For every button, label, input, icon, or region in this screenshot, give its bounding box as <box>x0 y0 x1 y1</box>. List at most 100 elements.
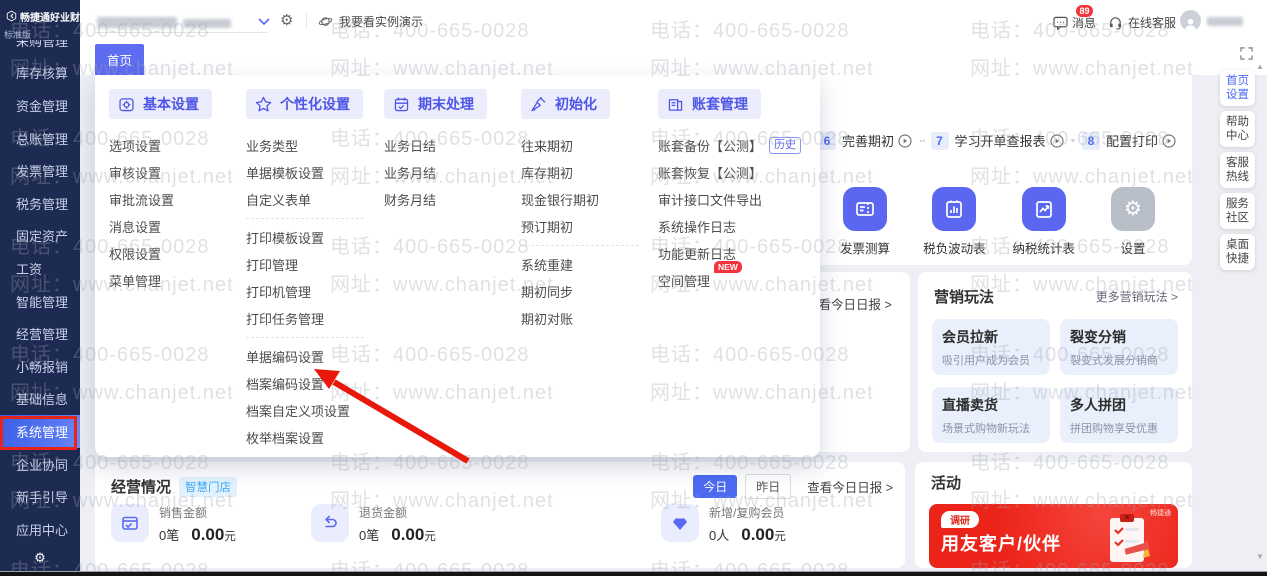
message-count-badge: 89 <box>1075 4 1094 18</box>
quick-rail-首页设置[interactable]: 首页设置 <box>1220 70 1255 106</box>
menu-item-单据模板设置[interactable]: 单据模板设置 <box>246 159 382 186</box>
sidebar-item-税务管理[interactable]: 税务管理 <box>0 187 80 220</box>
sidebar-item-系统管理[interactable]: 系统管理 <box>0 415 80 448</box>
menu-item-往来期初[interactable]: 往来期初 <box>521 132 657 159</box>
play-icon[interactable] <box>898 133 912 148</box>
menu-item-打印任务管理[interactable]: 打印任务管理 <box>246 305 382 332</box>
quick-rail-服务社区[interactable]: 服务社区 <box>1220 193 1255 229</box>
menu-item-档案编码设置[interactable]: 档案编码设置 <box>246 370 382 397</box>
menu-item-权限设置[interactable]: 权限设置 <box>109 240 245 267</box>
topbar: ⚙ 我要看实例演示 消息 89 在线客服 首页 <box>80 0 1267 75</box>
menu-item-档案自定义项设置[interactable]: 档案自定义项设置 <box>246 397 382 424</box>
chevron-down-icon[interactable] <box>258 18 270 26</box>
marketing-card-fission-distribution[interactable]: 裂变分销 裂变式发展分销商 <box>1060 319 1178 375</box>
menu-section-period-end: 期末处理 <box>384 89 487 119</box>
tab-home[interactable]: 首页 <box>95 44 145 75</box>
app-logo: 畅捷通好业财 标准版 <box>0 0 80 40</box>
stat-amount: 0.00 <box>391 525 425 544</box>
demo-link[interactable]: 我要看实例演示 <box>318 13 423 30</box>
tile-tax-wave-report[interactable]: 税负波动表 <box>917 187 991 257</box>
menu-item-现金银行期初[interactable]: 现金银行期初 <box>521 186 657 213</box>
tile-label: 发票测算 <box>839 242 890 256</box>
tile-invoice-calc[interactable]: 发票测算 <box>828 187 902 257</box>
smart-store-tag: 智慧门店 <box>179 476 238 497</box>
marketing-card-group-buying[interactable]: 多人拼团 拼团购物享受优惠 <box>1060 387 1178 443</box>
sidebar-gear-icon[interactable]: ⚙ <box>0 550 80 566</box>
sidebar-item-基础信息[interactable]: 基础信息 <box>0 383 80 416</box>
brand-logo: 畅捷通 <box>1150 510 1171 517</box>
sidebar-item-固定资产[interactable]: 固定资产 <box>0 220 80 253</box>
company-name-redacted <box>183 19 231 28</box>
stat-count: 0人 <box>709 528 730 543</box>
demo-label: 我要看实例演示 <box>339 15 424 29</box>
menu-item-菜单管理[interactable]: 菜单管理 <box>109 267 245 294</box>
view-daily-report-link[interactable]: 查看今日日报 > <box>807 477 893 496</box>
menu-item-业务类型[interactable]: 业务类型 <box>246 132 382 159</box>
online-service-button[interactable]: 在线客服 <box>1108 14 1176 31</box>
menu-item-消息设置[interactable]: 消息设置 <box>109 213 245 240</box>
more-marketing-link[interactable]: 更多营销玩法 > <box>1096 288 1178 305</box>
tile-tax-stats-report[interactable]: 纳税统计表 <box>1007 187 1081 257</box>
sidebar-item-资金管理[interactable]: 资金管理 <box>0 89 80 122</box>
user-avatar[interactable] <box>1180 10 1201 31</box>
play-icon[interactable] <box>1162 133 1176 148</box>
menu-item-期初对账[interactable]: 期初对账 <box>521 305 657 332</box>
scroll-down-icon[interactable]: ▼ <box>1256 552 1264 561</box>
quick-access-rail: 首页设置帮助中心客服热线服务社区桌面快捷 <box>1220 70 1258 270</box>
company-selector[interactable] <box>95 13 267 33</box>
menu-item-枚举档案设置[interactable]: 枚举档案设置 <box>246 424 382 451</box>
sidebar-item-小畅报销[interactable]: 小畅报销 <box>0 350 80 383</box>
marketing-card-member-acquisition[interactable]: 会员拉新 吸引用户成为会员 <box>932 319 1050 375</box>
gear-icon[interactable]: ⚙ <box>280 11 293 29</box>
today-button[interactable]: 今日 <box>693 475 738 498</box>
step-number: 7 <box>930 131 949 150</box>
menu-item-选项设置[interactable]: 选项设置 <box>109 132 245 159</box>
menu-item-系统操作日志[interactable]: 系统操作日志 <box>658 213 794 240</box>
quick-rail-帮助中心[interactable]: 帮助中心 <box>1220 111 1255 147</box>
menu-item-账套恢复【公测】[interactable]: 账套恢复【公测】 <box>658 159 794 186</box>
menu-item-审批流设置[interactable]: 审批流设置 <box>109 186 245 213</box>
yesterday-button[interactable]: 昨日 <box>745 474 792 499</box>
fullscreen-icon[interactable] <box>1240 47 1253 60</box>
card-desc: 裂变式发展分销商 <box>1070 355 1158 367</box>
sidebar-item-经营管理[interactable]: 经营管理 <box>0 317 80 350</box>
menu-item-业务月结[interactable]: 业务月结 <box>384 159 520 186</box>
account-set-icon <box>668 98 683 111</box>
scroll-up-icon[interactable]: ▲ <box>1256 62 1264 71</box>
menu-item-审核设置[interactable]: 审核设置 <box>109 159 245 186</box>
marketing-card-live-selling[interactable]: 直播卖货 场景式购物新玩法 <box>932 387 1050 443</box>
menu-item-账套备份【公测】[interactable]: 账套备份【公测】 历史 <box>658 132 802 159</box>
menu-item-预订期初[interactable]: 预订期初 <box>521 213 657 240</box>
sidebar-item-新手引导[interactable]: 新手引导 <box>0 480 80 513</box>
menu-item-空间管理[interactable]: 空间管理 NEW <box>658 261 794 294</box>
card-title: 多人拼团 <box>1070 397 1126 413</box>
menu-item-库存期初[interactable]: 库存期初 <box>521 159 657 186</box>
activity-title: 活动 <box>931 475 962 492</box>
sidebar-item-库存核算[interactable]: 库存核算 <box>0 57 80 90</box>
sidebar-item-企业协同[interactable]: 企业协同 <box>0 448 80 481</box>
business-overview-card: 经营情况 智慧门店 今日 昨日 查看今日日报 > 销售金额 0笔 0.00元 退货… <box>95 462 905 568</box>
quick-rail-客服热线[interactable]: 客服热线 <box>1220 152 1255 188</box>
survey-banner[interactable]: 调研 用友客户/伙伴 畅捷通 <box>929 504 1178 568</box>
menu-item-单据编码设置[interactable]: 单据编码设置 <box>246 343 382 370</box>
sidebar-item-工资[interactable]: 工资 <box>0 252 80 285</box>
menu-item-打印机管理[interactable]: 打印机管理 <box>246 278 382 305</box>
step-label: 完善期初 <box>842 134 895 149</box>
sidebar-item-发票管理[interactable]: 发票管理 <box>0 154 80 187</box>
menu-item-系统重建[interactable]: 系统重建 <box>521 251 657 278</box>
history-button[interactable]: 历史 <box>769 137 802 154</box>
menu-item-自定义表单[interactable]: 自定义表单 <box>246 186 382 213</box>
menu-item-期初同步[interactable]: 期初同步 <box>521 278 657 305</box>
sidebar-item-智能管理[interactable]: 智能管理 <box>0 285 80 318</box>
quick-rail-桌面快捷[interactable]: 桌面快捷 <box>1220 234 1255 270</box>
sidebar-item-应用中心[interactable]: 应用中心 <box>0 513 80 546</box>
menu-item-打印模板设置[interactable]: 打印模板设置 <box>246 224 382 251</box>
menu-item-打印管理[interactable]: 打印管理 <box>246 251 382 278</box>
menu-item-审计接口文件导出[interactable]: 审计接口文件导出 <box>658 186 794 213</box>
play-icon[interactable] <box>1049 133 1064 148</box>
tile-settings[interactable]: ⚙ 设置 <box>1096 187 1170 257</box>
menu-item-业务日结[interactable]: 业务日结 <box>384 132 520 159</box>
menu-item-财务月结[interactable]: 财务月结 <box>384 186 520 213</box>
sidebar-item-总账管理[interactable]: 总账管理 <box>0 122 80 155</box>
menu-section-title: 基本设置 <box>143 96 199 112</box>
